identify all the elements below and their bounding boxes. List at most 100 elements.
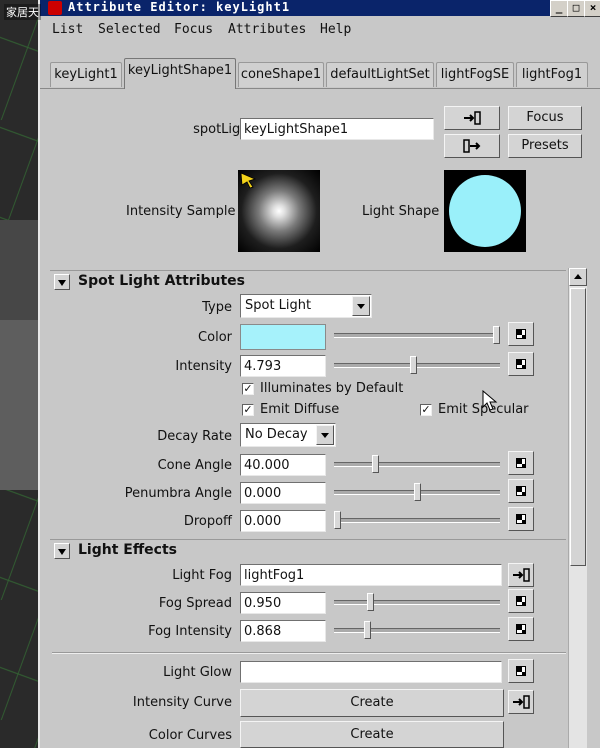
collapse-triangle-icon[interactable] [54, 543, 70, 559]
spot-light-attributes-title: Spot Light Attributes [78, 273, 245, 289]
close-button[interactable]: × [584, 0, 600, 17]
dropoff-slider[interactable] [334, 511, 500, 529]
light-shape-circle [449, 175, 521, 247]
color-curves-create-button[interactable]: Create [240, 721, 504, 748]
checker-map-icon [516, 596, 526, 606]
emit-diffuse-label: Emit Diffuse [260, 402, 340, 417]
input-arrow-icon [513, 568, 530, 582]
color-map-button[interactable] [508, 322, 534, 346]
penumbra-angle-slider[interactable] [334, 483, 500, 501]
cone-angle-label: Cone Angle [157, 458, 232, 473]
fog-spread-slider[interactable] [334, 593, 500, 611]
decay-rate-dropdown[interactable]: No Decay [240, 423, 336, 447]
tab-keylightshape1[interactable]: keyLightShape1 [124, 58, 236, 89]
checker-map-icon [516, 624, 526, 634]
checker-map-icon [516, 514, 526, 524]
menu-attributes[interactable]: Attributes [228, 22, 306, 37]
spot-light-attributes-header[interactable]: Spot Light Attributes [50, 270, 566, 293]
scrollbar-thumb[interactable] [570, 288, 586, 566]
chevron-down-icon [316, 425, 334, 445]
select-input-button[interactable] [444, 106, 500, 130]
emit-diffuse-checkbox[interactable]: ✓ [242, 404, 254, 416]
tab-lightfogse[interactable]: lightFogSE [436, 62, 514, 87]
decay-rate-value: No Decay [245, 427, 308, 442]
slider-thumb[interactable] [372, 455, 379, 473]
node-name-field[interactable]: keyLightShape1 [240, 118, 434, 140]
menu-list[interactable]: List [52, 22, 83, 37]
slider-thumb[interactable] [364, 621, 371, 639]
maximize-button[interactable]: □ [567, 0, 585, 17]
slider-track [334, 462, 500, 467]
title-bar[interactable]: Attribute Editor: keyLight1 _ □ × [40, 0, 600, 17]
checker-map-icon [516, 666, 526, 676]
checker-map-icon [516, 359, 526, 369]
attribute-editor-window: Attribute Editor: keyLight1 _ □ × List S… [38, 0, 600, 748]
penumbra-angle-label: Penumbra Angle [124, 486, 232, 501]
illuminates-by-default-checkbox[interactable]: ✓ [242, 383, 254, 395]
menu-help[interactable]: Help [320, 22, 351, 37]
emit-specular-checkbox[interactable]: ✓ [420, 404, 432, 416]
fog-intensity-label: Fog Intensity [148, 624, 232, 639]
dropoff-field[interactable]: 0.000 [240, 510, 326, 532]
light-glow-field[interactable] [240, 661, 502, 683]
tab-defaultlightset[interactable]: defaultLightSet [326, 62, 434, 87]
intensity-sample-label: Intensity Sample [126, 204, 236, 219]
fog-intensity-map-button[interactable] [508, 617, 534, 641]
tab-coneshape1[interactable]: coneShape1 [238, 62, 324, 87]
color-curves-label: Color Curves [148, 728, 232, 743]
light-shape-swatch [444, 170, 526, 252]
cone-angle-field[interactable]: 40.000 [240, 454, 326, 476]
fog-spread-field[interactable]: 0.950 [240, 592, 326, 614]
light-fog-field[interactable]: lightFog1 [240, 564, 502, 586]
window-title: Attribute Editor: keyLight1 [68, 0, 291, 14]
checker-map-icon [516, 329, 526, 339]
tab-keylight1[interactable]: keyLight1 [50, 62, 122, 87]
collapse-triangle-icon[interactable] [54, 274, 70, 290]
light-effects-header[interactable]: Light Effects [50, 539, 566, 562]
slider-thumb[interactable] [410, 356, 417, 374]
light-type-dropdown[interactable]: Spot Light [240, 294, 372, 318]
slider-track [334, 518, 500, 523]
menu-focus[interactable]: Focus [174, 22, 213, 37]
light-glow-map-button[interactable] [508, 659, 534, 683]
intensity-sample-swatch [238, 170, 320, 252]
type-label: Type [202, 300, 232, 315]
slider-track [334, 600, 500, 605]
menu-bar: List Selected Focus Attributes Help [40, 18, 600, 42]
slider-thumb[interactable] [414, 483, 421, 501]
slider-track [334, 628, 500, 633]
intensity-curve-navigate-button[interactable] [508, 690, 534, 714]
cone-angle-slider[interactable] [334, 455, 500, 473]
attributes-scrollbar[interactable] [568, 268, 587, 748]
viewport-watermark: 家居天 [4, 4, 41, 20]
slider-thumb[interactable] [493, 326, 500, 344]
focus-button[interactable]: Focus [508, 106, 582, 130]
cone-angle-map-button[interactable] [508, 451, 534, 475]
penumbra-angle-map-button[interactable] [508, 479, 534, 503]
output-arrow-icon [463, 139, 481, 153]
dropoff-map-button[interactable] [508, 507, 534, 531]
fog-intensity-slider[interactable] [334, 621, 500, 639]
fog-intensity-field[interactable]: 0.868 [240, 620, 326, 642]
color-swatch[interactable] [240, 324, 326, 350]
color-slider[interactable] [334, 326, 500, 344]
fog-spread-map-button[interactable] [508, 589, 534, 613]
intensity-field[interactable]: 4.793 [240, 355, 326, 377]
intensity-curve-create-button[interactable]: Create [240, 689, 504, 717]
select-output-button[interactable] [444, 134, 500, 158]
penumbra-angle-field[interactable]: 0.000 [240, 482, 326, 504]
presets-button[interactable]: Presets [508, 134, 582, 158]
intensity-map-button[interactable] [508, 352, 534, 376]
slider-thumb[interactable] [367, 593, 374, 611]
scroll-up-arrow-icon[interactable] [569, 268, 587, 286]
node-tabs: keyLight1 keyLightShape1 coneShape1 defa… [40, 58, 600, 89]
slider-thumb[interactable] [334, 511, 341, 529]
decay-rate-label: Decay Rate [157, 429, 232, 444]
intensity-slider[interactable] [334, 356, 500, 374]
light-glow-label: Light Glow [163, 665, 232, 680]
slider-track [334, 363, 500, 368]
light-fog-navigate-button[interactable] [508, 563, 534, 587]
tab-lightfog1[interactable]: lightFog1 [516, 62, 588, 87]
menu-selected[interactable]: Selected [98, 22, 161, 37]
minimize-button[interactable]: _ [550, 0, 568, 17]
